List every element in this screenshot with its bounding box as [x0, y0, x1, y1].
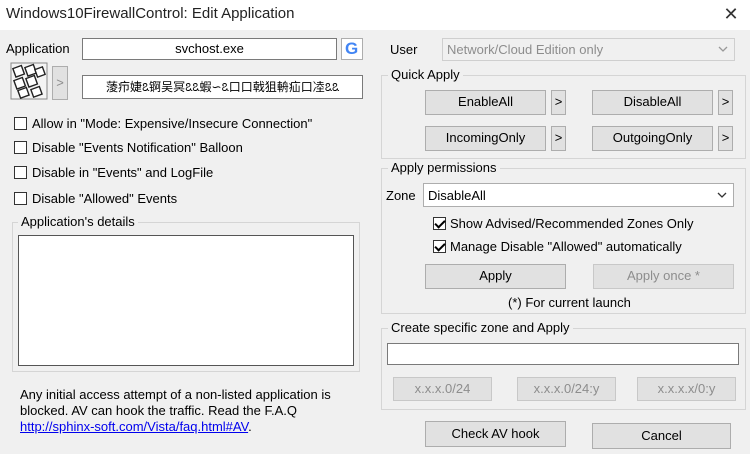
chevron-down-icon — [718, 41, 728, 60]
zone-select[interactable]: DisableAll — [423, 183, 734, 207]
info-text-line-2: blocked. AV can hook the traffic. Read t… — [20, 403, 298, 418]
checkbox-label: Disable "Allowed" Events — [32, 191, 178, 206]
user-select[interactable]: Network/Cloud Edition only — [442, 38, 735, 61]
checkbox-box[interactable] — [14, 117, 27, 130]
google-icon: G — [345, 39, 359, 58]
application-name-field[interactable]: svchost.exe — [82, 38, 337, 60]
application-label: Application — [6, 41, 70, 56]
outgoing-only-arrow-button[interactable]: > — [718, 126, 733, 151]
checkbox-label: Manage Disable "Allowed" automatically — [450, 239, 682, 254]
faq-link-suffix: . — [248, 419, 252, 434]
apply-button[interactable]: Apply — [425, 264, 566, 289]
user-select-value: Network/Cloud Edition only — [447, 42, 604, 57]
quick-apply-title: Quick Apply — [388, 67, 463, 82]
checkbox-label: Disable in "Events" and LogFile — [32, 165, 214, 180]
close-icon[interactable]: ✕ — [718, 2, 744, 26]
chevron-down-icon — [717, 187, 727, 206]
disable-all-button[interactable]: DisableAll — [592, 90, 713, 115]
checkbox-box[interactable] — [433, 240, 446, 253]
outgoing-only-button[interactable]: OutgoingOnly — [592, 126, 713, 151]
window-title: Windows10FirewallControl: Edit Applicati… — [6, 5, 295, 22]
apply-once-button[interactable]: Apply once * — [593, 264, 734, 289]
apply-permissions-title: Apply permissions — [388, 160, 500, 175]
zone-select-value: DisableAll — [428, 188, 486, 203]
info-text-line-1: Any initial access attempt of a non-list… — [20, 387, 331, 402]
check-av-hook-button[interactable]: Check AV hook — [425, 421, 566, 447]
application-details-title: Application's details — [18, 214, 138, 229]
checkbox-box[interactable] — [433, 217, 446, 230]
checkbox-box[interactable] — [14, 192, 27, 205]
incoming-only-arrow-button[interactable]: > — [551, 126, 566, 151]
checkbox-label: Allow in "Mode: Expensive/Insecure Conne… — [32, 116, 313, 131]
zone-label: Zone — [386, 188, 416, 203]
create-zone-title: Create specific zone and Apply — [388, 320, 573, 335]
ip-host-port-button[interactable]: x.x.x.x/0:y — [637, 377, 736, 401]
enable-all-arrow-button[interactable]: > — [551, 90, 566, 115]
user-label: User — [390, 42, 418, 57]
enable-all-button[interactable]: EnableAll — [425, 90, 546, 115]
disable-all-arrow-button[interactable]: > — [718, 90, 733, 115]
faq-link-line: http://sphinx-soft.com/Vista/faq.html#AV… — [20, 419, 252, 434]
zone-name-input[interactable] — [387, 343, 739, 365]
cancel-button[interactable]: Cancel — [592, 423, 731, 449]
application-details-textarea[interactable] — [18, 235, 354, 366]
faq-link[interactable]: http://sphinx-soft.com/Vista/faq.html#AV — [20, 419, 248, 434]
garbled-text-field[interactable]: 蔆疖婕ꢣ锕吴冥ꢣꢣ蝦∽ꢣ口口戟狙輈疝口㓐ꢣꢣ — [82, 75, 363, 99]
application-icon — [10, 62, 48, 100]
google-search-button[interactable]: G — [341, 38, 363, 60]
checkbox-label: Disable "Events Notification" Balloon — [32, 140, 243, 155]
incoming-only-button[interactable]: IncomingOnly — [425, 126, 546, 151]
icon-arrow-button[interactable]: > — [52, 66, 68, 100]
current-launch-note: (*) For current launch — [508, 295, 631, 310]
ip-range-24-button[interactable]: x.x.x.0/24 — [393, 377, 492, 401]
checkbox-label: Show Advised/Recommended Zones Only — [450, 216, 694, 231]
checkbox-box[interactable] — [14, 166, 27, 179]
ip-range-24-port-button[interactable]: x.x.x.0/24:y — [517, 377, 616, 401]
checkbox-box[interactable] — [14, 141, 27, 154]
